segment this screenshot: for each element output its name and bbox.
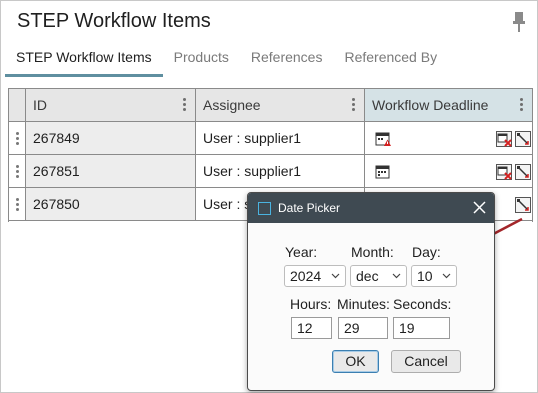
row-drag-handle[interactable]: [9, 122, 26, 154]
cell-id-text: 267851: [33, 163, 80, 179]
cell-id[interactable]: 267850: [26, 188, 196, 220]
close-icon[interactable]: [473, 201, 486, 214]
header-handle-cell: [9, 89, 26, 121]
cell-assignee-text: User : s: [203, 196, 252, 212]
tab-products[interactable]: Products: [163, 45, 240, 77]
tab-step-workflow-items[interactable]: STEP Workflow Items: [5, 45, 163, 77]
chevron-down-icon: [392, 273, 401, 279]
month-select[interactable]: dec: [350, 265, 407, 287]
drag-handle-icon[interactable]: [16, 165, 20, 180]
seconds-field[interactable]: 19: [393, 317, 450, 339]
day-select[interactable]: 10: [411, 265, 457, 287]
day-select-value: 10: [417, 268, 433, 284]
table-row[interactable]: 267851 User : supplier1: [9, 155, 532, 188]
day-label: Day:: [412, 244, 441, 260]
dialog-title-bar[interactable]: Date Picker: [248, 193, 494, 223]
row-drag-handle[interactable]: [9, 188, 26, 220]
grid-header-row: ID Assignee Workflow Deadline: [9, 89, 532, 122]
window-icon: [258, 202, 271, 215]
calendar-warning-icon[interactable]: [375, 131, 391, 147]
clear-deadline-icon[interactable]: [496, 131, 512, 147]
column-menu-icon[interactable]: [520, 98, 524, 113]
year-select-value: 2024: [290, 268, 322, 284]
column-header-label: Assignee: [203, 97, 261, 113]
cell-id-text: 267850: [33, 196, 80, 212]
table-row[interactable]: 267849 User : supplier1: [9, 122, 532, 155]
hours-field[interactable]: 12: [291, 317, 332, 339]
seconds-label: Seconds:: [393, 296, 452, 312]
tab-references[interactable]: References: [240, 45, 334, 77]
cancel-button[interactable]: Cancel: [391, 350, 461, 373]
column-header-id[interactable]: ID: [26, 89, 196, 121]
cell-assignee-text: User : supplier1: [203, 163, 302, 179]
year-select[interactable]: 2024: [284, 265, 346, 287]
panel-title: STEP Workflow Items: [17, 10, 211, 32]
cell-workflow-deadline[interactable]: [365, 122, 532, 154]
year-label: Year:: [285, 244, 318, 260]
date-picker-dialog: Date Picker Year: Month: Day: 2024 dec 1…: [247, 192, 495, 391]
edit-deadline-icon[interactable]: [515, 197, 531, 213]
dialog-title: Date Picker: [278, 201, 341, 215]
row-drag-handle[interactable]: [9, 155, 26, 187]
column-header-workflow-deadline[interactable]: Workflow Deadline: [365, 89, 532, 121]
pin-icon[interactable]: [510, 11, 528, 33]
drag-handle-icon[interactable]: [16, 198, 20, 213]
cell-id-text: 267849: [33, 130, 80, 146]
column-header-label: Workflow Deadline: [372, 97, 489, 113]
cell-id[interactable]: 267849: [26, 122, 196, 154]
column-header-assignee[interactable]: Assignee: [196, 89, 365, 121]
chevron-down-icon: [331, 273, 340, 279]
tab-referenced-by[interactable]: Referenced By: [333, 45, 448, 77]
column-menu-icon[interactable]: [352, 98, 356, 113]
cell-id[interactable]: 267851: [26, 155, 196, 187]
clear-deadline-icon[interactable]: [496, 164, 512, 180]
drag-handle-icon[interactable]: [16, 132, 20, 147]
calendar-icon[interactable]: [375, 164, 391, 180]
cell-assignee-text: User : supplier1: [203, 130, 302, 146]
edit-deadline-icon[interactable]: [515, 131, 531, 147]
cell-assignee[interactable]: User : supplier1: [196, 155, 365, 187]
cell-workflow-deadline[interactable]: [365, 155, 532, 187]
minutes-label: Minutes:: [337, 296, 390, 312]
tab-bar: STEP Workflow Items Products References …: [5, 45, 448, 77]
minutes-field[interactable]: 29: [338, 317, 388, 339]
hours-label: Hours:: [290, 296, 332, 312]
month-select-value: dec: [356, 268, 379, 284]
month-label: Month:: [351, 244, 394, 260]
chevron-down-icon: [442, 273, 451, 279]
column-menu-icon[interactable]: [183, 98, 187, 113]
column-header-label: ID: [33, 97, 47, 113]
cell-assignee[interactable]: User : supplier1: [196, 122, 365, 154]
ok-button[interactable]: OK: [332, 350, 379, 373]
edit-deadline-icon[interactable]: [515, 164, 531, 180]
